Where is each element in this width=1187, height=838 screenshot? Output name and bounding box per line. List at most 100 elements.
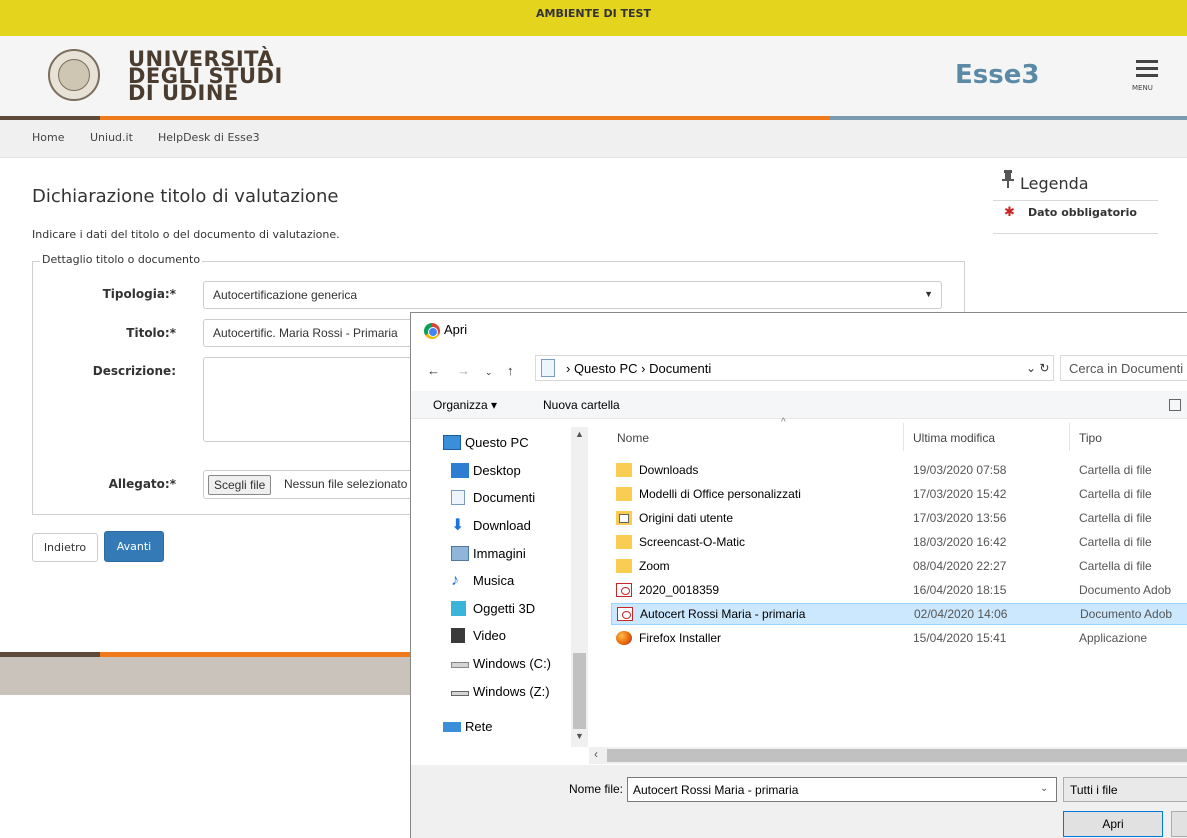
scroll-down-icon[interactable]: ▼ <box>575 731 584 741</box>
file-row[interactable]: Origini dati utente 17/03/2020 13:56 Car… <box>611 508 1187 530</box>
nav-item-label: Oggetti 3D <box>473 601 536 616</box>
address-breadcrumb[interactable]: › Questo PC › Documenti <box>566 361 711 376</box>
nav-item-musica[interactable]: ♪ Musica <box>451 573 514 589</box>
scrollbar-thumb[interactable] <box>573 653 586 729</box>
titolo-input[interactable]: Autocertific. Maria Rossi - Primaria <box>203 319 443 347</box>
nav-item-oggetti-3d[interactable]: Oggetti 3D <box>451 601 536 616</box>
file-modified: 17/03/2020 13:56 <box>913 511 1007 525</box>
hamburger-bar <box>1136 74 1158 77</box>
file-row[interactable]: Zoom 08/04/2020 22:27 Cartella di file <box>611 556 1187 578</box>
top-navigation: Home Uniud.it HelpDesk di Esse3 <box>0 120 1187 158</box>
recent-locations-icon[interactable]: ⌄ <box>485 367 493 378</box>
nav-link-uniud[interactable]: Uniud.it <box>90 131 133 144</box>
3d-objects-icon <box>451 601 466 616</box>
nav-link-helpdesk[interactable]: HelpDesk di Esse3 <box>158 131 260 144</box>
scrollbar-thumb[interactable] <box>607 749 1187 762</box>
file-row[interactable]: Downloads 19/03/2020 07:58 Cartella di f… <box>611 460 1187 482</box>
allegato-file-input[interactable]: Scegli file Nessun file selezionato <box>203 470 443 499</box>
computer-icon <box>443 435 461 450</box>
filename-value: Autocert Rossi Maria - primaria <box>633 783 799 797</box>
dialog-title: Apri <box>444 322 468 337</box>
pin-icon <box>1002 170 1014 188</box>
view-options-icon[interactable] <box>1169 399 1181 411</box>
folder-icon <box>616 463 632 477</box>
column-header-modified[interactable]: Ultima modifica <box>913 431 995 445</box>
file-type: Documento Adob <box>1079 583 1172 597</box>
open-file-dialog: Apri ← → ⌄ ↑ › Questo PC › Documenti ⌄ ↻… <box>410 312 1187 838</box>
app-name[interactable]: Esse3 <box>955 60 1039 90</box>
menu-button[interactable]: MENU <box>1130 58 1166 98</box>
choose-file-button[interactable]: Scegli file <box>208 475 272 495</box>
column-separator[interactable] <box>903 423 904 451</box>
organize-menu[interactable]: Organizza ▾ <box>433 398 497 412</box>
legenda-required: Dato obbligatorio <box>1028 206 1137 219</box>
file-row[interactable]: Firefox Installer 15/04/2020 15:41 Appli… <box>611 628 1187 650</box>
open-button[interactable]: Apri <box>1063 811 1163 837</box>
column-separator[interactable] <box>1069 423 1070 451</box>
banner-text: AMBIENTE DI TEST <box>535 7 651 20</box>
chevron-down-icon[interactable]: ⌄ <box>1040 783 1048 794</box>
file-modified: 15/04/2020 15:41 <box>913 631 1007 645</box>
search-placeholder: Cerca in Documenti <box>1069 361 1184 376</box>
nav-item-windows-c[interactable]: Windows (C:) <box>451 656 552 671</box>
nav-item-download[interactable]: ⬇ Download <box>451 518 531 534</box>
back-arrow-icon[interactable]: ← <box>427 363 440 378</box>
nav-item-documenti[interactable]: Documenti <box>451 490 535 505</box>
back-button[interactable]: Indietro <box>32 533 98 562</box>
pictures-icon <box>451 546 469 561</box>
navigation-scrollbar[interactable]: ▲ ▼ <box>571 427 588 747</box>
nav-item-video[interactable]: Video <box>451 628 506 643</box>
filetype-select[interactable]: Tutti i file <box>1063 777 1187 802</box>
folder-icon <box>616 487 632 501</box>
up-arrow-icon[interactable]: ↑ <box>507 363 514 378</box>
file-status: Nessun file selezionato <box>284 477 408 491</box>
university-seal-icon[interactable] <box>48 49 100 101</box>
documents-icon <box>451 490 465 505</box>
nav-item-rete[interactable]: Rete <box>443 719 493 734</box>
file-type: Cartella di file <box>1079 535 1152 549</box>
column-header-type[interactable]: Tipo <box>1079 431 1102 445</box>
music-icon: ♪ <box>451 572 459 589</box>
tipologia-select[interactable]: Autocertificazione generica ▼ <box>203 281 942 309</box>
file-row[interactable]: Modelli di Office personalizzati 17/03/2… <box>611 484 1187 506</box>
fieldset-legend: Dettaglio titolo o documento <box>40 253 203 266</box>
nav-item-immagini[interactable]: Immagini <box>451 546 526 561</box>
nav-item-desktop[interactable]: Desktop <box>451 463 521 478</box>
nav-item-label: Windows (Z:) <box>473 684 550 699</box>
page-subtitle: Indicare i dati del titolo o del documen… <box>32 228 340 241</box>
nav-link-home[interactable]: Home <box>32 131 64 144</box>
scroll-left-icon[interactable]: ‹ <box>594 747 598 761</box>
filename-input[interactable]: Autocert Rossi Maria - primaria ⌄ <box>627 777 1057 802</box>
search-input[interactable]: Cerca in Documenti <box>1060 355 1187 381</box>
allegato-label: Allegato:* <box>108 477 176 491</box>
file-name: Modelli di Office personalizzati <box>639 487 801 501</box>
descrizione-textarea[interactable] <box>203 357 443 442</box>
file-row[interactable]: 2020_0018359 16/04/2020 18:15 Documento … <box>611 580 1187 602</box>
nav-item-questo-pc[interactable]: Questo PC <box>443 435 529 450</box>
tipologia-value: Autocertificazione generica <box>213 288 358 302</box>
nav-item-label: Windows (C:) <box>473 656 552 671</box>
column-header-name[interactable]: Nome <box>617 431 649 445</box>
chrome-icon <box>424 323 440 339</box>
file-row[interactable]: Screencast-O-Matic 18/03/2020 16:42 Cart… <box>611 532 1187 554</box>
nav-item-label: Rete <box>465 719 493 734</box>
university-logo-text[interactable]: UNIVERSITÀ DEGLI STUDI DI UDINE <box>128 49 283 104</box>
video-icon <box>451 628 465 643</box>
address-dropdown-icon[interactable]: ⌄ ↻ <box>1026 361 1049 375</box>
next-button[interactable]: Avanti <box>104 531 164 562</box>
file-row-selected[interactable]: Autocert Rossi Maria - primaria 02/04/20… <box>611 603 1187 625</box>
new-folder-button[interactable]: Nuova cartella <box>543 398 620 412</box>
address-bar[interactable]: › Questo PC › Documenti ⌄ ↻ <box>535 355 1054 381</box>
nav-item-windows-z[interactable]: Windows (Z:) <box>451 684 550 699</box>
horizontal-scrollbar[interactable]: ‹ <box>589 747 1187 764</box>
file-modified: 19/03/2020 07:58 <box>913 463 1007 477</box>
filename-label: Nome file: <box>569 782 624 796</box>
sort-ascending-icon: ^ <box>781 417 786 428</box>
file-modified: 08/04/2020 22:27 <box>913 559 1007 573</box>
cancel-button[interactable] <box>1171 811 1187 837</box>
forward-arrow-icon[interactable]: → <box>457 363 470 378</box>
file-name: Zoom <box>639 559 670 573</box>
tipologia-label: Tipologia:* <box>102 287 176 301</box>
scroll-up-icon[interactable]: ▲ <box>575 429 584 439</box>
file-type: Cartella di file <box>1079 487 1152 501</box>
